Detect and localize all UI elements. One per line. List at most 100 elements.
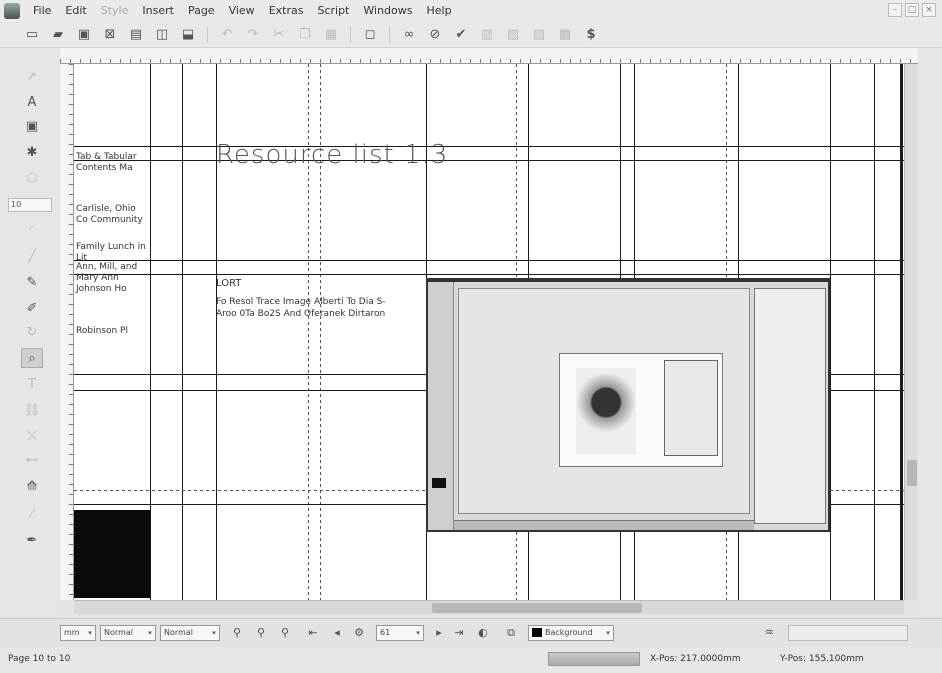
- menu-insert[interactable]: Insert: [135, 0, 181, 22]
- eyedropper-icon-secondary[interactable]: ⁄: [21, 504, 43, 524]
- chevron-down-icon: ▾: [88, 629, 92, 637]
- column-guide: [874, 64, 875, 600]
- document-canvas[interactable]: Resource list 1.3 Tab & Tabular Contents…: [74, 64, 904, 600]
- close-icon[interactable]: ⊠: [100, 25, 120, 45]
- pdf-field-icon[interactable]: ▧: [503, 25, 523, 45]
- save-icon[interactable]: ▣: [74, 25, 94, 45]
- menu-edit[interactable]: Edit: [58, 0, 93, 22]
- paste-icon[interactable]: ▦: [321, 25, 341, 45]
- measure-icon[interactable]: ⊷: [21, 450, 43, 470]
- menu-file[interactable]: File: [26, 0, 58, 22]
- view-mode-select[interactable]: Normal ▾: [160, 625, 220, 641]
- preflight-icon[interactable]: ◫: [152, 25, 172, 45]
- menu-extras[interactable]: Extras: [262, 0, 311, 22]
- edit-text-icon[interactable]: T: [21, 374, 43, 394]
- redo-icon[interactable]: ↷: [243, 25, 263, 45]
- maximize-button[interactable]: □: [905, 3, 919, 17]
- horizontal-scrollbar[interactable]: [74, 600, 904, 614]
- shape-icon[interactable]: ✱: [21, 142, 43, 162]
- freehand-icon[interactable]: ✐: [21, 298, 43, 318]
- image-frame-icon[interactable]: ▣: [21, 116, 43, 136]
- script-icon[interactable]: $: [581, 25, 601, 45]
- side-note[interactable]: Tab & Tabular Contents Ma: [76, 152, 148, 174]
- text-frame-icon[interactable]: A: [21, 92, 43, 112]
- side-note[interactable]: Ann, Mill, and Mary Ann Johnson Ho: [76, 262, 148, 295]
- export-pdf-icon[interactable]: ⬓: [178, 25, 198, 45]
- minimize-button[interactable]: –: [888, 3, 902, 17]
- check-icon[interactable]: ✔: [451, 25, 471, 45]
- menu-help[interactable]: Help: [419, 0, 458, 22]
- layer-stack-icon[interactable]: ⧉: [502, 625, 520, 641]
- unit-select[interactable]: mm ▾: [60, 625, 96, 641]
- arc-icon[interactable]: ◜: [21, 220, 43, 240]
- rotate-icon[interactable]: ↻: [21, 322, 43, 342]
- unlink-frames-icon[interactable]: ⛌: [21, 426, 43, 446]
- zoom-select[interactable]: 61 ▾: [376, 625, 424, 641]
- toolbar-separator: [207, 26, 208, 43]
- last-page-icon[interactable]: ⇥: [450, 625, 468, 641]
- tool-size-field[interactable]: 10: [8, 198, 52, 212]
- embedded-properties-panel: [754, 288, 826, 524]
- page-navigator-icon[interactable]: ◐: [474, 625, 492, 641]
- page-title[interactable]: Resource list 1.3: [216, 140, 448, 170]
- vertical-scrollbar[interactable]: [904, 64, 918, 600]
- menu-style[interactable]: Style: [94, 0, 136, 22]
- column-guide: [830, 64, 831, 600]
- body-heading[interactable]: LORT: [216, 278, 241, 289]
- vertical-scroll-thumb[interactable]: [907, 460, 917, 486]
- zoom-out-icon[interactable]: ⚲: [228, 625, 246, 641]
- line-icon[interactable]: ╱: [21, 246, 43, 266]
- new-document-icon[interactable]: ▭: [22, 25, 42, 45]
- polygon-icon[interactable]: ⬠: [21, 168, 43, 188]
- unlink-icon[interactable]: ⊘: [425, 25, 445, 45]
- page-settings-icon[interactable]: ⚙: [350, 625, 368, 641]
- pdf-link-icon[interactable]: ▨: [529, 25, 549, 45]
- side-note[interactable]: Carlisle, Ohio Co Community: [76, 204, 148, 226]
- eyedropper-icon[interactable]: ✒: [21, 530, 43, 550]
- undo-icon[interactable]: ↶: [217, 25, 237, 45]
- next-page-icon[interactable]: ▸: [430, 625, 448, 641]
- first-page-icon[interactable]: ⇤: [304, 625, 322, 641]
- horizontal-scroll-thumb[interactable]: [432, 603, 642, 613]
- color-management-icon[interactable]: ♒: [760, 625, 778, 641]
- open-icon[interactable]: ▰: [48, 25, 68, 45]
- side-note[interactable]: Family Lunch in Lit: [76, 242, 148, 264]
- menu-page[interactable]: Page: [181, 0, 222, 22]
- pdf-button-icon[interactable]: ▥: [477, 25, 497, 45]
- embedded-page: [458, 288, 750, 514]
- black-image-frame[interactable]: [74, 510, 150, 598]
- menu-script[interactable]: Script: [310, 0, 356, 22]
- pdf-annotation-icon[interactable]: ▩: [555, 25, 575, 45]
- zoom-slider[interactable]: [788, 625, 908, 641]
- prev-page-icon[interactable]: ◂: [328, 625, 346, 641]
- zoom-100-icon[interactable]: ⚲: [252, 625, 270, 641]
- close-window-button[interactable]: ×: [922, 3, 936, 17]
- menu-view[interactable]: View: [222, 0, 262, 22]
- link-frames-icon[interactable]: ⛓: [21, 400, 43, 420]
- row-guide: [74, 146, 904, 147]
- vertical-ruler[interactable]: [60, 64, 74, 600]
- bezier-icon[interactable]: ✎: [21, 272, 43, 292]
- column-guide: [182, 64, 183, 600]
- print-icon[interactable]: ▤: [126, 25, 146, 45]
- embedded-screenshot-image[interactable]: [426, 278, 830, 532]
- chevron-down-icon: ▾: [606, 629, 610, 637]
- zoom-value: 61: [380, 628, 391, 637]
- layer-select[interactable]: Background ▾: [528, 625, 614, 641]
- horizontal-ruler[interactable]: [60, 48, 920, 64]
- menu-windows[interactable]: Windows: [356, 0, 419, 22]
- link-icon[interactable]: ∞: [399, 25, 419, 45]
- row-guide: [74, 274, 904, 275]
- zoom-icon[interactable]: ⌕: [21, 348, 43, 368]
- frame-icon[interactable]: ◻: [360, 25, 380, 45]
- zoom-in-icon[interactable]: ⚲: [276, 625, 294, 641]
- cut-icon[interactable]: ✂: [269, 25, 289, 45]
- select-icon[interactable]: ➚: [21, 66, 43, 86]
- embedded-scrollbar: [454, 520, 754, 530]
- embedded-photo: [559, 353, 723, 467]
- body-text[interactable]: Fo Resol Trace Image Alberti To Dia S-Ar…: [216, 296, 386, 320]
- side-note[interactable]: Robinson Pl: [76, 326, 148, 337]
- preview-mode-select[interactable]: Normal ▾: [100, 625, 156, 641]
- copy-icon[interactable]: ❐: [295, 25, 315, 45]
- copy-properties-icon[interactable]: ⟰: [21, 476, 43, 496]
